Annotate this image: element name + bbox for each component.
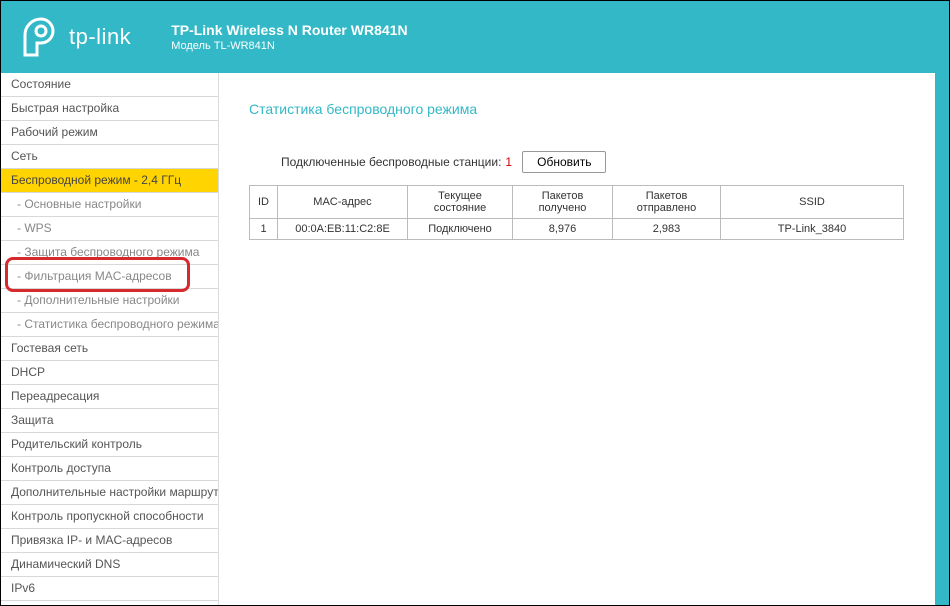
table-header-row: ID MAC-адрес Текущее состояние Пакетов п… <box>250 186 904 219</box>
header-title: TP-Link Wireless N Router WR841N Модель … <box>171 22 407 52</box>
th-state: Текущее состояние <box>408 186 513 219</box>
sidebar-item-2[interactable]: Рабочий режим <box>1 121 218 145</box>
connected-count: 1 <box>505 155 512 169</box>
cell-state: Подключено <box>408 219 513 240</box>
sidebar-item-22[interactable]: Системные инструменты <box>1 601 218 605</box>
sidebar-item-10[interactable]: Статистика беспроводного режима <box>1 313 218 337</box>
page-title: Статистика беспроводного режима <box>249 101 935 117</box>
th-tx: Пакетов отправлено <box>613 186 721 219</box>
connected-label: Подключенные беспроводные станции: <box>281 155 501 169</box>
product-name: TP-Link Wireless N Router WR841N <box>171 22 407 38</box>
sidebar-item-17[interactable]: Дополнительные настройки маршрутизации <box>1 481 218 505</box>
cell-id: 1 <box>250 219 278 240</box>
sidebar: СостояниеБыстрая настройкаРабочий режимС… <box>1 73 219 605</box>
sidebar-item-15[interactable]: Родительский контроль <box>1 433 218 457</box>
cell-ssid: TP-Link_3840 <box>721 219 904 240</box>
sidebar-item-20[interactable]: Динамический DNS <box>1 553 218 577</box>
sidebar-item-3[interactable]: Сеть <box>1 145 218 169</box>
th-mac: MAC-адрес <box>278 186 408 219</box>
main-content: Статистика беспроводного режима Подключе… <box>219 73 935 605</box>
sidebar-item-8[interactable]: Фильтрация MAC-адресов <box>1 265 218 289</box>
sidebar-item-0[interactable]: Состояние <box>1 73 218 97</box>
cell-rx: 8,976 <box>513 219 613 240</box>
sidebar-item-16[interactable]: Контроль доступа <box>1 457 218 481</box>
sidebar-item-14[interactable]: Защита <box>1 409 218 433</box>
sidebar-item-18[interactable]: Контроль пропускной способности <box>1 505 218 529</box>
tplink-logo-icon <box>21 17 61 57</box>
brand-name: tp-link <box>69 24 131 50</box>
stations-toolbar: Подключенные беспроводные станции: 1 Обн… <box>281 151 935 173</box>
th-id: ID <box>250 186 278 219</box>
sidebar-item-4[interactable]: Беспроводной режим - 2,4 ГГц <box>1 169 218 193</box>
header: tp-link TP-Link Wireless N Router WR841N… <box>1 1 949 73</box>
model-name: Модель TL-WR841N <box>171 40 407 52</box>
sidebar-item-1[interactable]: Быстрая настройка <box>1 97 218 121</box>
stations-table: ID MAC-адрес Текущее состояние Пакетов п… <box>249 185 904 240</box>
th-ssid: SSID <box>721 186 904 219</box>
sidebar-item-19[interactable]: Привязка IP- и MAC-адресов <box>1 529 218 553</box>
sidebar-item-6[interactable]: WPS <box>1 217 218 241</box>
sidebar-item-21[interactable]: IPv6 <box>1 577 218 601</box>
table-row: 100:0A:EB:11:C2:8EПодключено8,9762,983TP… <box>250 219 904 240</box>
cell-tx: 2,983 <box>613 219 721 240</box>
refresh-button[interactable]: Обновить <box>522 151 606 173</box>
sidebar-item-5[interactable]: Основные настройки <box>1 193 218 217</box>
sidebar-item-13[interactable]: Переадресация <box>1 385 218 409</box>
th-rx: Пакетов получено <box>513 186 613 219</box>
sidebar-item-11[interactable]: Гостевая сеть <box>1 337 218 361</box>
sidebar-item-7[interactable]: Защита беспроводного режима <box>1 241 218 265</box>
sidebar-item-9[interactable]: Дополнительные настройки <box>1 289 218 313</box>
right-strip <box>935 73 949 605</box>
cell-mac: 00:0A:EB:11:C2:8E <box>278 219 408 240</box>
brand-logo: tp-link <box>21 17 131 57</box>
sidebar-item-12[interactable]: DHCP <box>1 361 218 385</box>
